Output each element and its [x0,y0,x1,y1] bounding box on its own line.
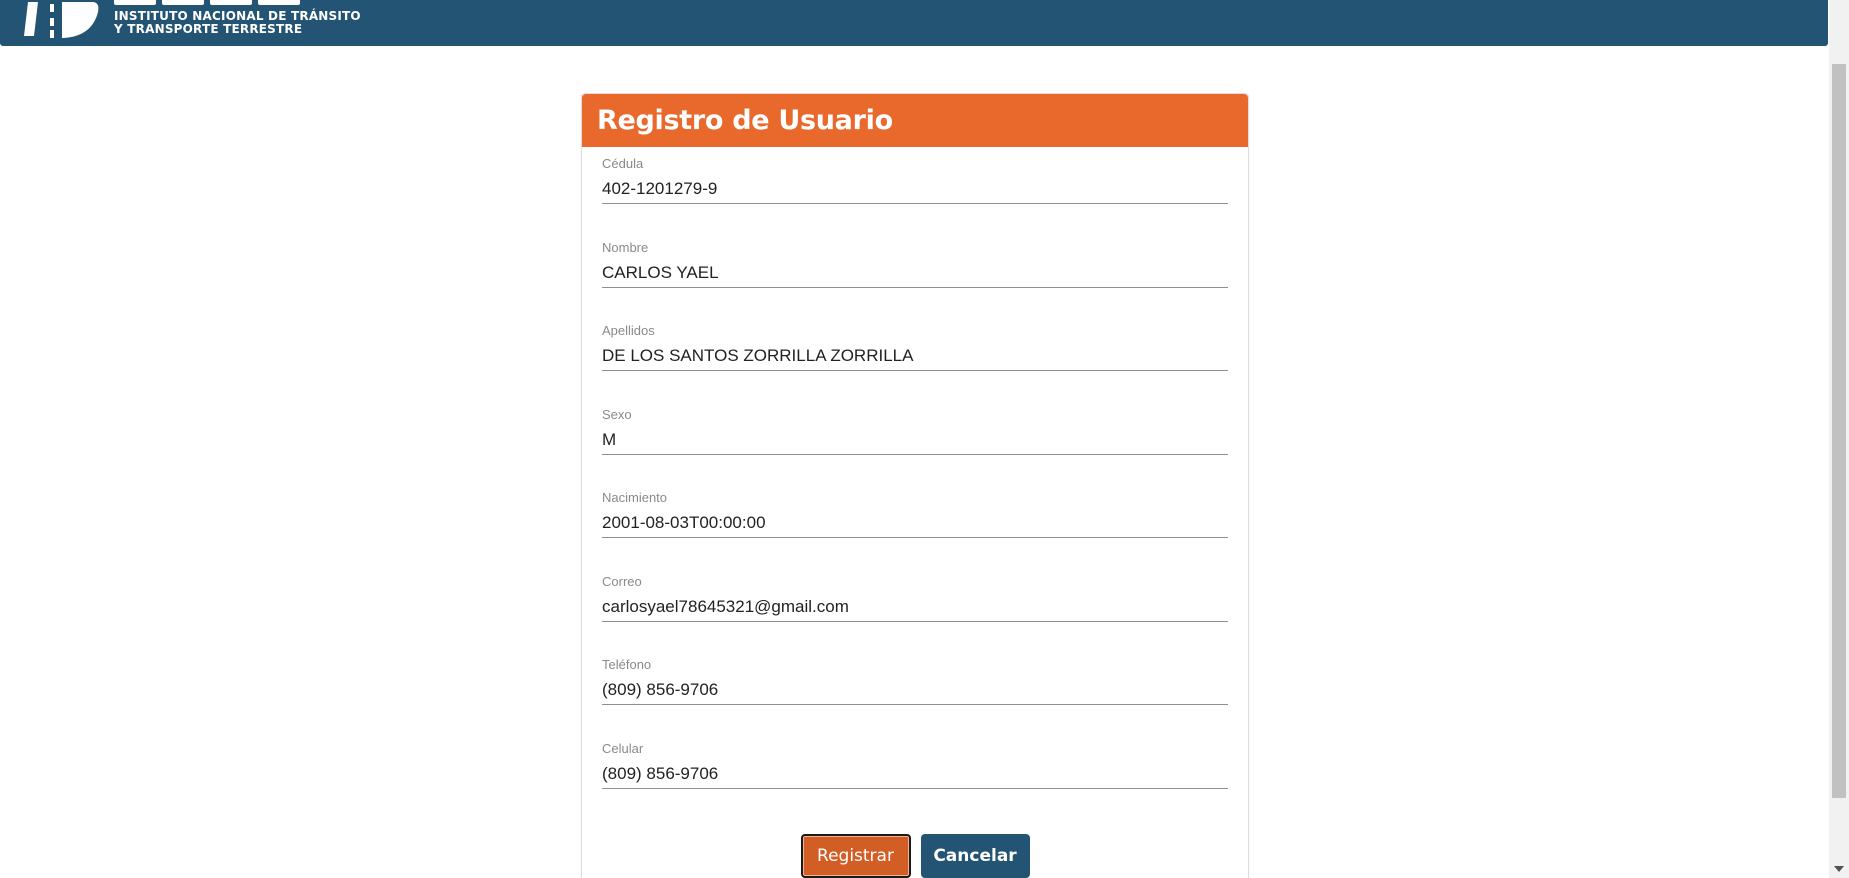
telefono-label: Teléfono [602,657,652,672]
apellidos-input[interactable] [602,342,1228,371]
cedula-label: Cédula [602,156,644,171]
organization-name: INSTITUTO NACIONAL DE TRÁNSITO Y TRANSPO… [114,0,361,40]
form-title: Registro de Usuario [597,105,893,136]
header-bar: INSTITUTO NACIONAL DE TRÁNSITO Y TRANSPO… [0,0,1828,46]
nacimiento-field-group: Nacimiento [602,481,1228,565]
telefono-input[interactable] [602,676,1228,705]
cedula-input[interactable] [602,175,1228,204]
form-actions: Registrar Cancelar [582,834,1248,878]
correo-input[interactable] [602,592,1228,622]
nombre-input[interactable] [602,258,1228,288]
nacimiento-input[interactable] [602,509,1228,538]
nacimiento-label: Nacimiento [602,490,668,505]
sexo-field-group: Sexo [602,398,1228,482]
logo-wordmark [114,0,346,5]
correo-label: Correo [602,573,642,589]
organization-name-line2: Y TRANSPORTE TERRESTRE [114,22,303,36]
celular-input[interactable] [602,759,1228,789]
celular-label: Celular [602,740,644,756]
road-logo-icon [22,2,100,40]
nombre-label: Nombre [602,239,649,255]
form-fields: Cédula Nombre Apellidos Sexo Nacimiento … [582,147,1248,815]
vertical-scrollbar[interactable] [1829,0,1849,878]
celular-field-group: Celular [602,732,1228,816]
correo-field-group: Correo [602,565,1228,649]
scroll-down-arrow-icon[interactable] [1834,866,1844,872]
register-button[interactable]: Registrar [800,834,911,878]
intrant-logo[interactable]: INSTITUTO NACIONAL DE TRÁNSITO Y TRANSPO… [22,0,361,40]
sexo-input[interactable] [602,425,1228,455]
apellidos-label: Apellidos [602,323,655,338]
cedula-field-group: Cédula [602,147,1228,231]
scrollbar-thumb[interactable] [1832,64,1846,798]
viewport: INSTITUTO NACIONAL DE TRÁNSITO Y TRANSPO… [0,0,1849,878]
cancel-button[interactable]: Cancelar [920,834,1030,878]
registration-card: Registro de Usuario Cédula Nombre Apelli… [581,93,1249,878]
card-header: Registro de Usuario [582,94,1248,147]
telefono-field-group: Teléfono [602,648,1228,732]
apellidos-field-group: Apellidos [602,314,1228,398]
sexo-label: Sexo [602,406,632,422]
nombre-field-group: Nombre [602,231,1228,315]
